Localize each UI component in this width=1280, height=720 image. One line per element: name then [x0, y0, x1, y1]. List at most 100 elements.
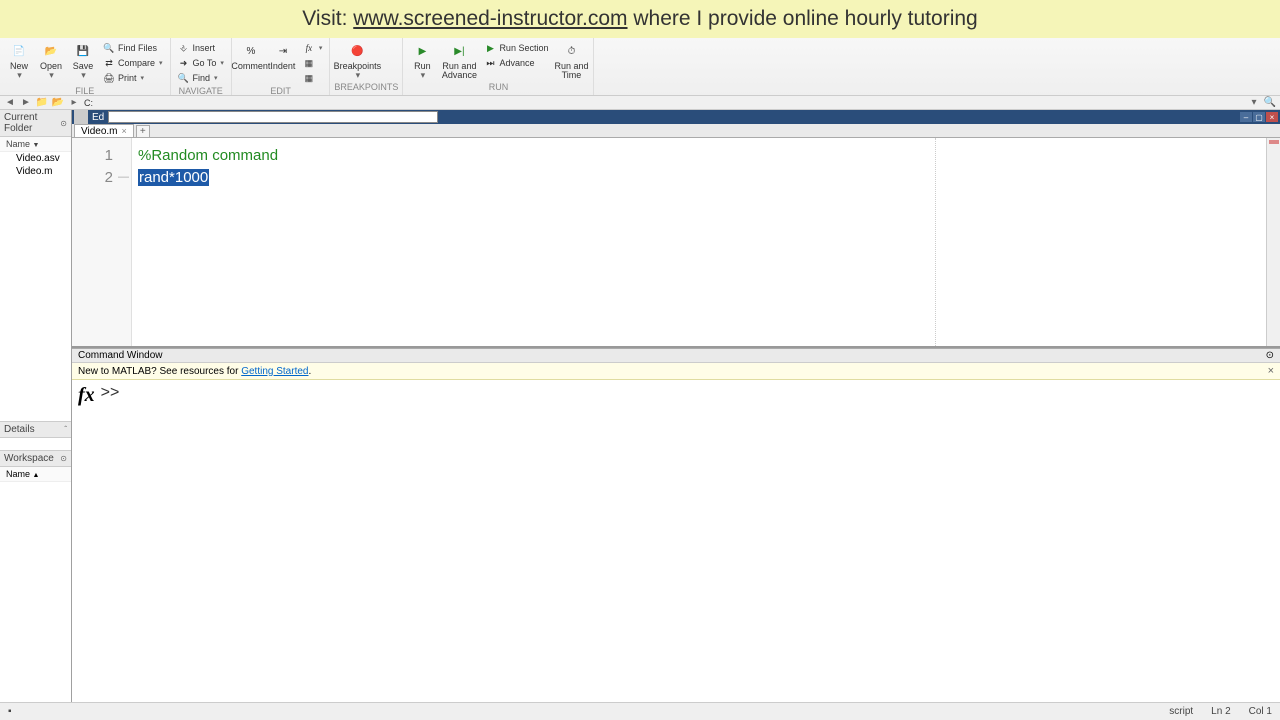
file-list: Video.asv Video.m	[0, 152, 71, 421]
run-advance-icon: ▶|	[450, 42, 468, 60]
code-selected-text: rand*1000	[138, 169, 209, 186]
info-close-button[interactable]: ×	[1268, 365, 1274, 377]
breakpoint-icon: 🔴	[348, 42, 366, 60]
run-button[interactable]: ▶Run▾	[407, 40, 437, 80]
command-window-header: Command Window ⊙	[72, 348, 1280, 363]
ribbon-run-group: ▶Run▾ ▶|Run and Advance ▶Run Section ⏭Ad…	[403, 38, 594, 95]
fx-icon: fx	[303, 42, 315, 54]
indent-button[interactable]: ⇥Indent	[268, 40, 298, 71]
ribbon-edit-group: %Comment ⇥Indent fx▾ ▦ ▦ EDIT	[232, 38, 331, 95]
current-folder-collapse-icon[interactable]: ⊙	[60, 119, 67, 128]
tutorial-banner: Visit: www.screened-instructor.com where…	[0, 0, 1280, 38]
banner-suffix: where I provide online hourly tutoring	[628, 7, 978, 30]
run-section-icon: ▶	[484, 42, 496, 54]
run-group-label: RUN	[407, 81, 589, 93]
insert-icon: ⎀	[178, 42, 190, 54]
current-folder-header: Current Folder ⊙	[0, 110, 71, 137]
compare-icon: ⇄	[103, 57, 115, 69]
editor-right-margin	[935, 138, 936, 346]
current-path[interactable]: C:	[84, 98, 93, 108]
comment-button[interactable]: %Comment	[236, 40, 266, 71]
ribbon-navigate-group: ⎀Insert ➜Go To▾ 🔍Find▾ NAVIGATE	[171, 38, 232, 95]
nav-up-icon[interactable]: 📁	[36, 97, 48, 109]
nav-parent-icon[interactable]: 📂	[52, 97, 64, 109]
editor-tab[interactable]: Video.m ×	[74, 124, 134, 137]
tab-label: Video.m	[81, 126, 118, 137]
open-button[interactable]: 📂Open▾	[36, 40, 66, 80]
find-files-button[interactable]: 🔍Find Files	[100, 41, 166, 55]
file-name-column-header[interactable]: Name ▼	[0, 137, 71, 152]
advance-button[interactable]: ⏭Advance	[481, 56, 551, 70]
editor-icon	[74, 110, 88, 124]
editor-minimize-button[interactable]: –	[1240, 112, 1252, 122]
details-expand-icon[interactable]: ˆ	[64, 425, 67, 434]
breakpoints-group-label: BREAKPOINTS	[334, 81, 398, 93]
new-button[interactable]: 📄New▾	[4, 40, 34, 80]
editor-code-area[interactable]: %Random command rand*1000	[132, 138, 1266, 346]
new-file-icon: 📄	[10, 42, 28, 60]
editor-body[interactable]: 1 2— %Random command rand*1000	[72, 138, 1280, 348]
ribbon-breakpoints-group: 🔴Breakpoints▾ BREAKPOINTS	[330, 38, 403, 95]
details-header: Details ˆ	[0, 422, 71, 438]
editor-scrollbar[interactable]	[1266, 138, 1280, 346]
edit-tool-2[interactable]: ▦	[300, 71, 326, 85]
editor-close-button[interactable]: ×	[1266, 112, 1278, 122]
fx-button[interactable]: fx▾	[300, 41, 326, 55]
workspace-name-column-header[interactable]: Name ▲	[0, 467, 71, 482]
find-icon: 🔍	[178, 72, 190, 84]
path-dropdown-button[interactable]: ▾	[1248, 97, 1260, 109]
run-section-button[interactable]: ▶Run Section	[481, 41, 551, 55]
find-button[interactable]: 🔍Find▾	[175, 71, 227, 85]
nav-forward-button[interactable]: ►	[20, 97, 32, 109]
print-icon: 🖨	[103, 72, 115, 84]
workspace-header: Workspace ⊙	[0, 451, 71, 467]
file-item[interactable]: Video.asv	[0, 152, 71, 165]
fx-prompt-icon[interactable]: fx	[78, 384, 95, 407]
workspace-body	[0, 482, 71, 706]
save-icon: 💾	[74, 42, 92, 60]
info-suffix: .	[308, 366, 311, 377]
editor-maximize-button[interactable]: ▢	[1253, 112, 1265, 122]
indent-icon: ⇥	[274, 42, 292, 60]
ribbon-toolbar: 📄New▾ 📂Open▾ 💾Save▾ 🔍Find Files ⇄Compare…	[0, 38, 1280, 96]
breakpoints-button[interactable]: 🔴Breakpoints▾	[334, 40, 380, 80]
banner-url[interactable]: www.screened-instructor.com	[353, 7, 627, 30]
tab-close-icon[interactable]: ×	[122, 126, 127, 136]
open-folder-icon: 📂	[42, 42, 60, 60]
run-advance-button[interactable]: ▶|Run and Advance	[439, 40, 479, 80]
run-time-button[interactable]: ⏱Run and Time	[553, 40, 589, 80]
command-window-menu-icon[interactable]: ⊙	[1266, 350, 1274, 361]
add-tab-button[interactable]: +	[136, 125, 150, 137]
file-group-label: FILE	[4, 85, 166, 96]
editor-path-input[interactable]	[108, 111, 438, 123]
command-window-body[interactable]: fx >>	[72, 380, 1280, 720]
status-bar: ▪ script Ln 2 Col 1	[0, 702, 1280, 720]
run-icon: ▶	[413, 42, 431, 60]
editor-gutter: 1 2—	[72, 138, 132, 346]
section-dash-icon: —	[118, 171, 129, 183]
compare-button[interactable]: ⇄Compare▾	[100, 56, 166, 70]
editor-title-bar: Ed – ▢ ×	[72, 110, 1280, 124]
insert-button[interactable]: ⎀Insert	[175, 41, 227, 55]
nav-back-button[interactable]: ◄	[4, 97, 16, 109]
edit-tool-1[interactable]: ▦	[300, 56, 326, 70]
print-button[interactable]: 🖨Print▾	[100, 71, 166, 85]
save-button[interactable]: 💾Save▾	[68, 40, 98, 80]
address-bar: ◄ ► 📁 📂 ▸ C: ▾ 🔍	[0, 96, 1280, 110]
editor-tab-bar: Video.m × +	[72, 124, 1280, 138]
ribbon-file-group: 📄New▾ 📂Open▾ 💾Save▾ 🔍Find Files ⇄Compare…	[0, 38, 171, 95]
getting-started-link[interactable]: Getting Started	[241, 366, 308, 377]
command-prompt: >>	[101, 384, 120, 402]
info-prefix: New to MATLAB? See resources for	[78, 366, 241, 377]
path-separator-icon: ▸	[68, 97, 80, 109]
workspace-collapse-icon[interactable]: ⊙	[60, 454, 67, 463]
editor-title: Ed	[92, 112, 104, 123]
search-path-button[interactable]: 🔍	[1264, 97, 1276, 109]
goto-button[interactable]: ➜Go To▾	[175, 56, 227, 70]
command-window-info-bar: New to MATLAB? See resources for Getting…	[72, 363, 1280, 380]
comment-icon: %	[242, 42, 260, 60]
status-col: Col 1	[1249, 706, 1272, 717]
code-comment: %Random command	[138, 147, 278, 164]
file-item[interactable]: Video.m	[0, 165, 71, 178]
goto-icon: ➜	[178, 57, 190, 69]
